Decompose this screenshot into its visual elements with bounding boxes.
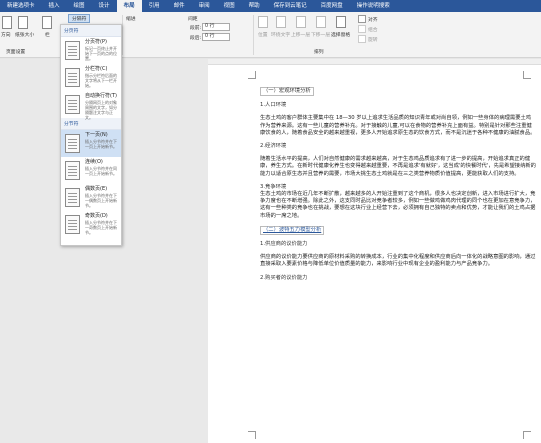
break-menu-item-description: 标记一页终止并开始下一页的点的位置。 (85, 46, 117, 61)
spacing-before-input[interactable]: 0 行 (202, 23, 230, 31)
heading-supplier: 1.供应商的议价能力 (260, 241, 308, 248)
orientation-icon[interactable] (2, 16, 12, 29)
break-menu-item-title: 分页符(P) (85, 39, 107, 45)
page-break-icon (65, 41, 80, 60)
break-menu-item[interactable]: 分页符(P) 标记一页终止并开始下一页的点的位置。 (61, 37, 121, 64)
send-backward-icon[interactable] (316, 16, 326, 28)
ribbon-separator (253, 15, 254, 55)
break-menu-item-title: 分栏符(C) (85, 66, 108, 72)
rotate-icon[interactable] (358, 35, 366, 43)
document-body[interactable]: （一）宏观环境分析 1.人口环境 生态土鸡的客户群体主要集中在 18—30 岁以… (260, 81, 536, 282)
paper-size-icon[interactable] (18, 16, 28, 29)
page-break-icon (65, 161, 80, 180)
page-break-icon (65, 68, 80, 87)
break-menu-item-description: 插入分节符并在下一偶数页上开始新节。 (85, 193, 117, 208)
rotate-button[interactable]: 旋转 (368, 36, 378, 43)
ribbon-tab[interactable]: 新建选项卡 (0, 0, 42, 12)
bring-forward-button[interactable]: 上移一层 (291, 31, 310, 38)
heading-population: 1.人口环境 (260, 102, 287, 109)
ribbon-tab[interactable]: 保存到云笔记 (267, 0, 314, 12)
page-break-icon (65, 134, 80, 153)
spacing-before-label: 段前: (190, 26, 202, 31)
ribbon-tab[interactable]: 操作说明搜索 (350, 0, 397, 12)
ribbon-tab[interactable]: 绘图 (67, 0, 92, 12)
paragraph-supplier: 供应商的议价能力要供应商的原材料采购的转换成本，行业的集中化程度和供应商后向一体… (260, 254, 536, 268)
group-icon[interactable] (358, 25, 366, 33)
paragraph-competition: 生态土鸡的市场在近几年不断扩散，越来越多的人开始注重到了这个商机，很多人也决定创… (260, 191, 536, 219)
columns-button[interactable]: 栏 (45, 31, 50, 38)
breaks-button[interactable]: 分隔符 (68, 14, 91, 23)
heading-porter: （二）波特五力模型分析 (260, 225, 536, 236)
paragraph-economy: 随着生活水平的提高，人们对自然健康的需求越来越高，对于生态鸡品质追求有了进一步的… (260, 156, 536, 177)
breaks-dropdown-menu: 分页符 分页符(P) 标记一页终止并开始下一页的点的位置。 分栏符(C) 指示分栏符后… (60, 24, 122, 246)
break-menu-item-description: 分隔网页上的对象周围的文字，如分隔题注文字与正文。 (85, 100, 117, 120)
break-menu-item[interactable]: 偶数页(E) 插入分节符并在下一偶数页上开始新节。 (61, 184, 121, 211)
break-menu-item[interactable]: 自动换行符(T) 分隔网页上的对象周围的文字，如分隔题注文字与正文。 (61, 91, 121, 120)
page-break-icon (65, 188, 80, 207)
ribbon-tab[interactable]: 布局 (116, 0, 142, 12)
heading-economy: 2.经济环境 (260, 143, 287, 150)
break-menu-item[interactable]: 连续(O) 插入分节符并在同一页上开始新节。 (61, 157, 121, 184)
ribbon-tab[interactable]: 插入 (42, 0, 67, 12)
align-icon[interactable] (358, 15, 366, 23)
page-corner-mark (523, 431, 531, 439)
ribbon-tab[interactable]: 设计 (92, 0, 117, 12)
page-corner-mark (248, 431, 256, 439)
wrap-text-button[interactable]: 环绕文字 (271, 31, 290, 38)
break-menu-item-title: 连续(O) (85, 159, 103, 165)
break-menu-item-description: 插入分节符并在同一页上开始新节。 (85, 166, 117, 176)
break-menu-item[interactable]: 分栏符(C) 指示分栏符后面的文字将从下一栏开始。 (61, 64, 121, 91)
page-setup-group-label: 页面设置 (6, 50, 26, 55)
arrange-group-label: 排列 (314, 50, 324, 55)
break-menu-item-title: 奇数页(D) (85, 213, 108, 219)
horizontal-ruler (208, 59, 541, 65)
align-button[interactable]: 对齐 (368, 16, 378, 23)
ribbon-tab[interactable]: 帮助 (242, 0, 267, 12)
break-menu-item-description: 指示分栏符后面的文字将从下一栏开始。 (85, 73, 117, 88)
page-breaks-section-header: 分页符 (61, 25, 121, 37)
ribbon-tab[interactable]: 视图 (217, 0, 242, 12)
heading-porter-text: （二）波特五力模型分析 (260, 225, 325, 236)
document-page[interactable]: （一）宏观环境分析 1.人口环境 生态土鸡的客户群体主要集中在 18—30 岁以… (208, 59, 541, 443)
heading-buyer: 2.购买者的议价能力 (260, 274, 308, 281)
break-menu-item[interactable]: 下一页(N) 插入分节符并在下一页上开始新节。 (61, 130, 121, 157)
columns-icon[interactable] (42, 16, 52, 29)
page-break-icon (65, 215, 80, 234)
selection-pane-button[interactable]: 选择窗格 (331, 31, 350, 38)
position-button[interactable]: 位置 (258, 31, 268, 38)
heading-macro: （一）宏观环境分析 (260, 87, 536, 97)
break-menu-item-title: 偶数页(E) (85, 186, 108, 192)
bring-forward-icon[interactable] (296, 16, 306, 28)
break-menu-item-description: 插入分节符并在下一页上开始新节。 (85, 139, 117, 149)
wrap-text-icon[interactable] (276, 16, 286, 28)
heading-competition: 3.竞争环境 (260, 183, 287, 190)
page-break-icon (65, 95, 80, 114)
break-menu-item-title: 下一页(N) (85, 132, 108, 138)
paragraph-population: 生态土鸡的客户群体主要集中在 18—30 岁以上追求生活品质的知识青年或对尚自领… (260, 115, 536, 136)
spacing-after-label: 段后: (190, 36, 202, 41)
spacing-label: 间距 (188, 17, 198, 22)
selection-pane-icon[interactable] (336, 16, 346, 28)
spacing-after-input[interactable]: 0 行 (202, 33, 230, 41)
indent-label: 缩进 (126, 17, 136, 22)
paper-size-button[interactable]: 纸张大小 (15, 31, 34, 38)
ribbon-tab[interactable]: 百度网盘 (314, 0, 350, 12)
break-menu-item-description: 插入分节符并在下一奇数页上开始新节。 (85, 220, 117, 235)
ribbon-separator (122, 15, 123, 55)
orientation-button[interactable]: 方向 (1, 31, 11, 38)
break-menu-item-title: 自动换行符(T) (85, 93, 117, 99)
page-corner-mark (248, 71, 256, 79)
break-menu-item[interactable]: 奇数页(D) 插入分节符并在下一奇数页上开始新节。 (61, 211, 121, 238)
ribbon-tab[interactable]: 邮件 (167, 0, 192, 12)
ribbon-tab-bar: 新建选项卡 插入 绘图 设计 布局 引用 邮件 审阅 视图 帮助 保存到云笔记 百度网盘 操作说明搜索 (0, 0, 541, 12)
heading-macro-text: （一）宏观环境分析 (260, 87, 314, 97)
group-button[interactable]: 组合 (368, 26, 378, 33)
ribbon-tab[interactable]: 引用 (142, 0, 167, 12)
send-backward-button[interactable]: 下移一层 (311, 31, 330, 38)
position-icon[interactable] (258, 16, 268, 28)
ribbon-tab[interactable]: 审阅 (192, 0, 217, 12)
page-corner-mark (523, 71, 531, 79)
